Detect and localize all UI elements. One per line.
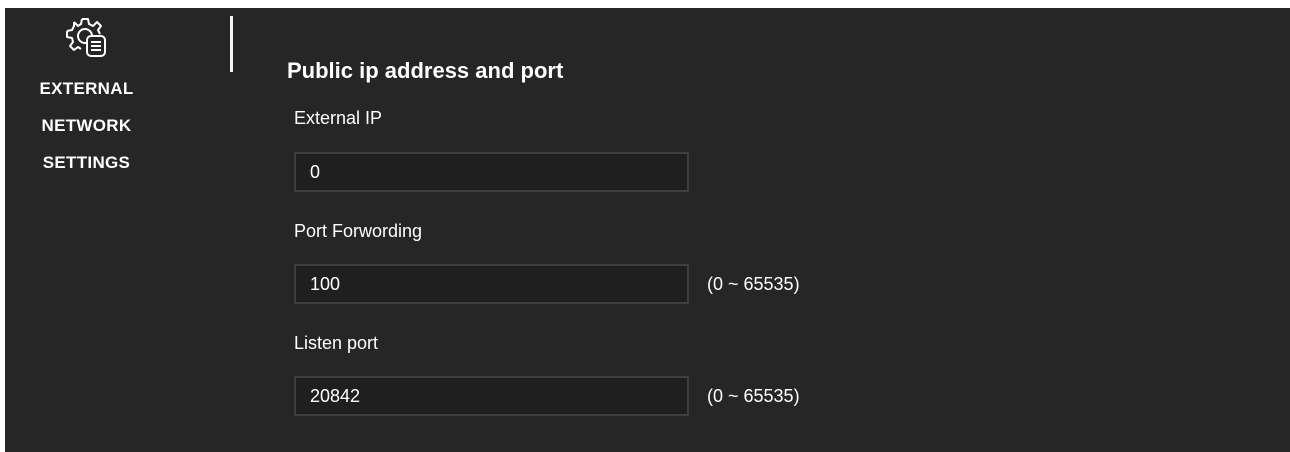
settings-panel: EXTERNAL NETWORK SETTINGS Public ip addr… [5,8,1290,452]
external-ip-label: External IP [294,108,383,128]
port-forwarding-range-hint: (0 ~ 65535) [707,274,800,294]
listen-port-label: Listen port [294,333,379,353]
vertical-divider [230,16,233,72]
sidebar-label-line-1: EXTERNAL [39,79,134,98]
sidebar-label-line-2: NETWORK [41,116,132,135]
listen-port-range-hint: (0 ~ 65535) [707,386,800,406]
section-title: Public ip address and port [287,58,564,83]
port-forwarding-input[interactable]: 100 [294,264,689,304]
listen-port-input[interactable]: 20842 [294,376,689,416]
settings-gear-list-icon [62,16,116,62]
port-forwarding-label: Port Forwording [294,221,423,241]
sidebar: EXTERNAL NETWORK SETTINGS [5,8,225,452]
sidebar-label-line-3: SETTINGS [42,153,131,172]
external-ip-input[interactable]: 0 [294,152,689,192]
